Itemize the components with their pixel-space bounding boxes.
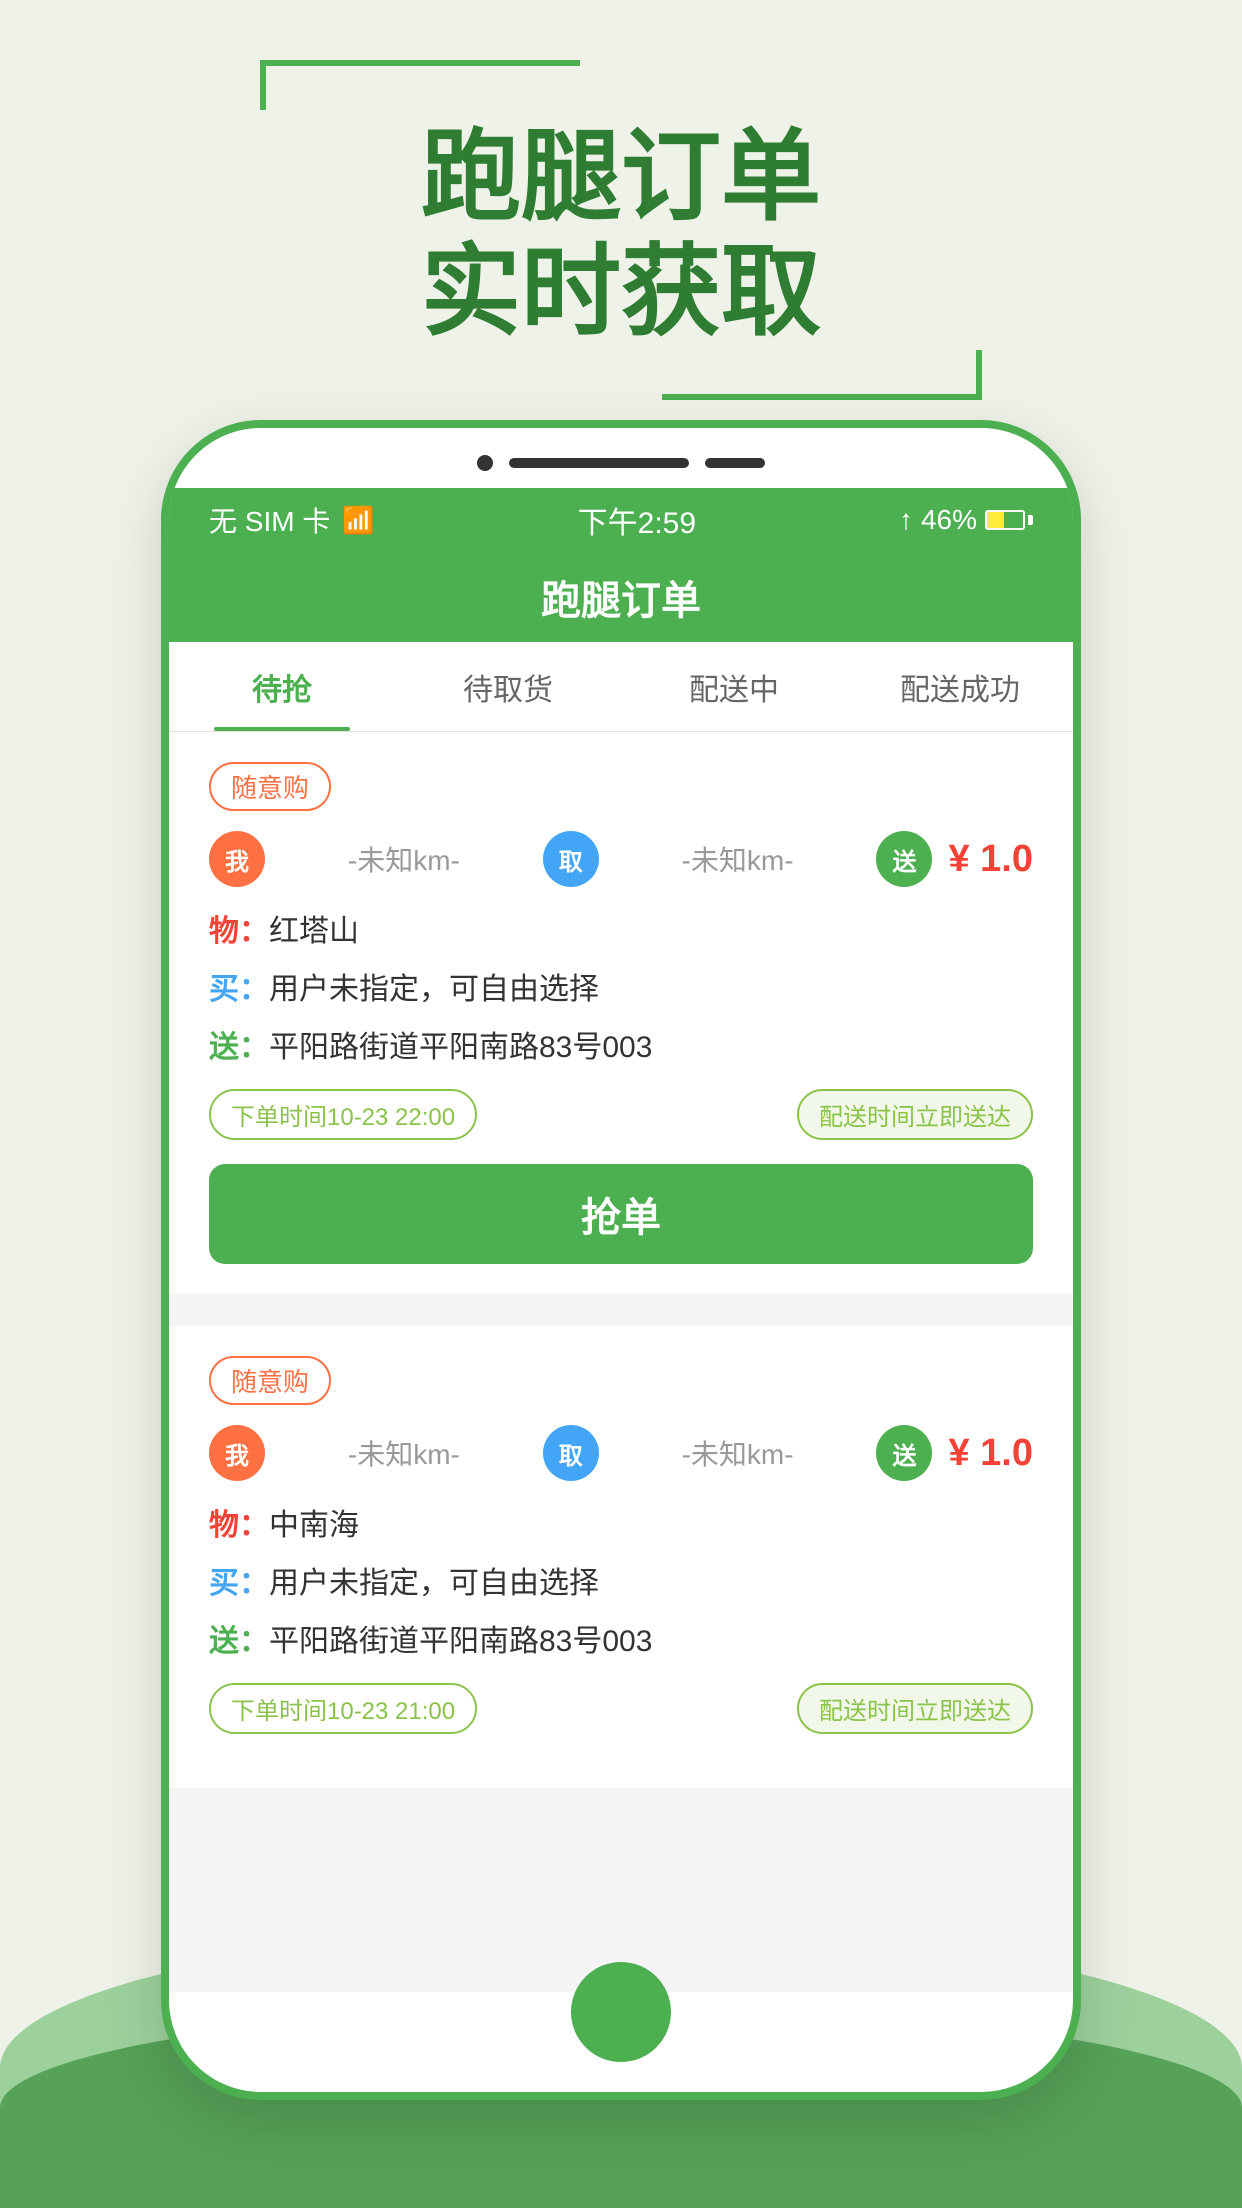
delivery-time-tag-2: 配送时间立即送达 [797,1683,1033,1734]
route-from-distance-1: -未知km- [281,839,527,879]
order-route-1: 我 -未知km- 取 -未知km- 送 ¥ 1.0 [209,831,1033,887]
grab-button-1[interactable]: 抢单 [209,1164,1033,1264]
goods-value-2: 中南海 [269,1505,1033,1547]
buy-row-2: 买： 用户未指定，可自由选择 [209,1563,1033,1605]
divider-1 [169,1310,1073,1326]
order-meta-2: 下单时间10-23 21:00 配送时间立即送达 [209,1683,1033,1734]
buy-row-1: 买： 用户未指定，可自由选择 [209,969,1033,1011]
order-price-1: ¥ 1.0 [948,838,1033,881]
carrier-label: 无 SIM 卡 [209,500,330,540]
buy-label-1: 买： [209,969,269,1011]
phone-notch [169,428,1073,488]
volume-down-button [161,1018,169,1158]
route-pick-distance-1: -未知km- [615,839,861,879]
buy-value-1: 用户未指定，可自由选择 [269,969,1033,1011]
address-value-1: 平阳路街道平阳南路83号003 [269,1027,1033,1069]
home-button[interactable] [571,1962,671,2062]
order-time-tag-2: 下单时间10-23 21:00 [209,1683,477,1734]
status-bar: 无 SIM 卡 📶 下午2:59 ↑ 46% [169,488,1073,552]
bracket-top [260,60,580,110]
route-pick-icon-1: 取 [543,831,599,887]
route-pick-icon-2: 取 [543,1425,599,1481]
goods-value-1: 红塔山 [269,911,1033,953]
goods-label-2: 物： [209,1505,269,1547]
order-card-2: 随意购 我 -未知km- 取 -未知km- 送 ¥ 1.0 物： 中南海 [169,1326,1073,1788]
order-meta-1: 下单时间10-23 22:00 配送时间立即送达 [209,1089,1033,1140]
order-list: 随意购 我 -未知km- 取 -未知km- 送 ¥ 1.0 物： 红塔山 [169,732,1073,1992]
address-label-1: 送： [209,1027,269,1069]
tab-daiquhou[interactable]: 待取货 [395,642,621,731]
battery-tip [1028,515,1033,525]
buy-label-2: 买： [209,1563,269,1605]
goods-label-1: 物： [209,911,269,953]
battery-icon [985,510,1033,530]
order-card-1: 随意购 我 -未知km- 取 -未知km- 送 ¥ 1.0 物： 红塔山 [169,732,1073,1294]
address-row-2: 送： 平阳路街道平阳南路83号003 [209,1621,1033,1663]
signal-icon: ↑ [899,504,913,536]
volume-up-button [161,848,169,988]
tabs-bar[interactable]: 待抢 待取货 配送中 配送成功 [169,642,1073,732]
route-from-icon-2: 我 [209,1425,265,1481]
route-from-icon-1: 我 [209,831,265,887]
goods-row-2: 物： 中南海 [209,1505,1033,1547]
delivery-time-tag-1: 配送时间立即送达 [797,1089,1033,1140]
front-camera [477,455,493,471]
address-row-1: 送： 平阳路街道平阳南路83号003 [209,1027,1033,1069]
battery-percent: 46% [921,504,977,536]
silent-switch [161,728,169,808]
speaker [509,458,689,468]
order-route-2: 我 -未知km- 取 -未知km- 送 ¥ 1.0 [209,1425,1033,1481]
sensor [705,458,765,468]
status-right: ↑ 46% [899,504,1033,536]
main-title: 跑腿订单 实时获取 [421,120,821,350]
order-tag-2: 随意购 [209,1356,331,1405]
goods-row-1: 物： 红塔山 [209,911,1033,953]
wifi-icon: 📶 [342,505,374,536]
route-pick-distance-2: -未知km- [615,1433,861,1473]
route-from-distance-2: -未知km- [281,1433,527,1473]
power-button [1073,778,1081,898]
tab-peisongchenggong[interactable]: 配送成功 [847,642,1073,731]
app-title: 跑腿订单 [541,568,701,626]
clock: 下午2:59 [578,498,696,542]
address-value-2: 平阳路街道平阳南路83号003 [269,1621,1033,1663]
battery-body [985,510,1025,530]
battery-fill [987,512,1004,528]
order-tag-1: 随意购 [209,762,331,811]
order-price-2: ¥ 1.0 [948,1432,1033,1475]
order-time-tag-1: 下单时间10-23 22:00 [209,1089,477,1140]
top-title-area: 跑腿订单 实时获取 [0,60,1242,400]
address-label-2: 送： [209,1621,269,1663]
phone-mockup: 无 SIM 卡 📶 下午2:59 ↑ 46% 跑腿订单 待抢 待取货 配送中 [161,420,1081,2100]
app-header: 跑腿订单 [169,552,1073,642]
status-left: 无 SIM 卡 📶 [209,500,375,540]
tab-peisongzhong[interactable]: 配送中 [621,642,847,731]
buy-value-2: 用户未指定，可自由选择 [269,1563,1033,1605]
tab-daiqiang[interactable]: 待抢 [169,642,395,731]
route-deliver-icon-2: 送 [876,1425,932,1481]
route-deliver-icon-1: 送 [876,831,932,887]
bracket-bottom [662,350,982,400]
